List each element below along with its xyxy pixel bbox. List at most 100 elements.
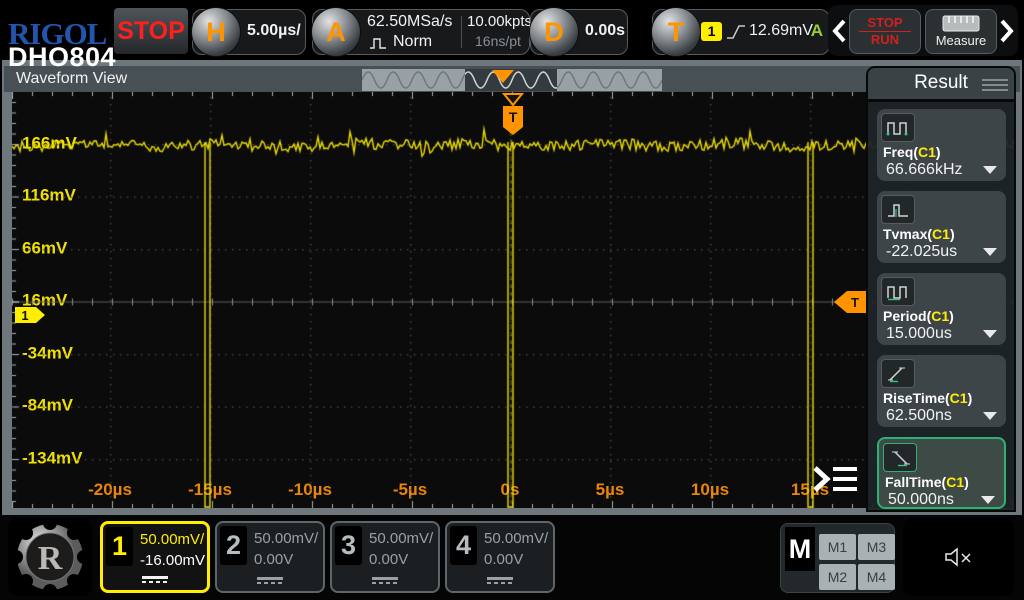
trigger-knob[interactable]: T (651, 7, 701, 57)
trigger-position-outline-icon[interactable] (502, 93, 524, 106)
acquire-knob[interactable]: A (311, 7, 361, 57)
falltime-icon (883, 443, 917, 472)
math-m1-button[interactable]: M1 (819, 534, 856, 560)
measurement-card-risetime[interactable]: RiseTime(C1) 62.500ns (877, 355, 1006, 427)
measurement-name: Freq( (883, 144, 918, 160)
sound-mute-button[interactable] (903, 518, 1014, 596)
result-panel-header[interactable]: Result (868, 68, 1014, 102)
math-m3-button[interactable]: M3 (858, 534, 895, 560)
trigger-level-value: 12.69mV (749, 22, 813, 40)
horizontal-knob[interactable]: H (191, 7, 241, 57)
channel-offset: 0.00V (369, 551, 408, 568)
run-stop-line1: STOP (867, 16, 902, 30)
channel1-level-marker[interactable]: 1 (14, 305, 47, 325)
trigger-settings-pill[interactable]: T 1 12.69mV A (652, 9, 830, 55)
delay-knob[interactable]: D (529, 7, 579, 57)
sample-resolution: 16ns/pt (475, 33, 521, 49)
channel-number: 4 (450, 526, 477, 565)
measurement-channel: C1 (950, 390, 968, 406)
channel-offset: -16.00mV (140, 552, 205, 569)
channel-scale: 50.00mV/ (140, 531, 204, 548)
channel-scale: 50.00mV/ (254, 530, 318, 547)
channel-scale: 50.00mV/ (484, 530, 548, 547)
measurement-channel: C1 (931, 308, 949, 324)
chevron-down-icon[interactable] (983, 330, 997, 338)
ruler-icon (942, 15, 980, 32)
measurement-channel: C1 (946, 474, 964, 490)
trigger-level-marker[interactable]: T (834, 290, 868, 314)
measurement-card-period[interactable]: Period(C1) 15.000us (877, 273, 1006, 345)
run-stop-button[interactable]: STOP RUN (849, 9, 921, 54)
math-m2-button[interactable]: M2 (819, 564, 856, 590)
gear-logo-icon: R (14, 521, 86, 593)
quick-menu-icon[interactable] (810, 464, 860, 496)
coupling-icon (372, 577, 398, 584)
run-stop-line2: RUN (871, 33, 899, 47)
measurement-value: 62.500ns (886, 407, 952, 425)
coupling-icon (142, 576, 168, 583)
trigger-position-flag[interactable]: T (502, 106, 524, 136)
measurement-name: RiseTime( (883, 390, 950, 406)
measure-label: Measure (936, 33, 987, 48)
coupling-icon (257, 577, 283, 584)
channel-scale: 50.00mV/ (369, 530, 433, 547)
pulse-mode-icon (369, 36, 389, 50)
svg-text:1: 1 (21, 308, 28, 323)
result-panel: Result Freq(C1) 66.666kHz Tvmax(C1) -22.… (866, 66, 1016, 512)
chevron-down-icon[interactable] (983, 412, 997, 420)
measurement-card-freq[interactable]: Freq(C1) 66.666kHz (877, 109, 1006, 181)
measurement-card-falltime[interactable]: FallTime(C1) 50.000ns (877, 437, 1006, 509)
timebase-value: 5.00µs/ (247, 22, 301, 40)
acquire-mode: Norm (393, 33, 432, 51)
measurement-name: FallTime( (885, 474, 946, 490)
channel-2-card[interactable]: 2 50.00mV/ 0.00V (215, 521, 325, 593)
channel-number: 1 (106, 527, 133, 566)
chevron-right-icon[interactable] (999, 18, 1015, 44)
channel-3-card[interactable]: 3 50.00mV/ 0.00V (330, 521, 440, 593)
strip-position-pointer-icon[interactable] (492, 70, 514, 83)
measurement-value: 50.000ns (888, 491, 954, 509)
freq-icon (881, 113, 915, 142)
chevron-down-icon[interactable] (983, 248, 997, 256)
top-bar: RIGOL STOP H 5.00µs/ A 62.50MSa/s Norm 1… (0, 0, 1024, 60)
rigol-gear-logo-button[interactable]: R (8, 518, 92, 596)
menu-icon[interactable] (982, 76, 1008, 94)
period-icon (881, 277, 915, 306)
channel-number: 3 (335, 526, 362, 565)
speaker-muted-icon (944, 546, 974, 568)
delay-settings-pill[interactable]: D 0.00s (530, 9, 628, 55)
waveform-view[interactable]: 166mV116mV66mV16mV-34mV-84mV-134mV -20µs… (12, 92, 1014, 508)
risetime-icon (881, 359, 915, 388)
channel-number: 2 (220, 526, 247, 565)
horizontal-settings-pill[interactable]: H 5.00µs/ (192, 9, 306, 55)
bottom-bar: R 1 50.00mV/ -16.00mV 2 50.00mV/ 0.00V 3… (0, 515, 1024, 600)
channel-1-card[interactable]: 1 50.00mV/ -16.00mV (100, 521, 210, 593)
svg-text:T: T (851, 295, 859, 310)
acquisition-status-button[interactable]: STOP (114, 8, 188, 54)
svg-text:R: R (38, 540, 63, 577)
measurement-card-tvmax[interactable]: Tvmax(C1) -22.025us (877, 191, 1006, 263)
math-group: M M1 M3 M2 M4 (780, 523, 895, 593)
measurement-name: Period( (883, 308, 931, 324)
measurement-channel: C1 (918, 144, 936, 160)
channel-offset: 0.00V (254, 551, 293, 568)
math-m4-button[interactable]: M4 (858, 564, 895, 590)
delay-value: 0.00s (585, 22, 625, 40)
chevron-down-icon[interactable] (983, 166, 997, 174)
divider (461, 16, 462, 48)
channel-4-card[interactable]: 4 50.00mV/ 0.00V (445, 521, 555, 593)
sample-rate: 62.50MSa/s (367, 13, 452, 31)
memory-depth: 10.00kpts (467, 13, 532, 30)
math-button[interactable]: M (785, 527, 815, 571)
measurement-value: -22.025us (886, 243, 957, 261)
trigger-source-badge: 1 (701, 22, 722, 41)
chevron-left-icon[interactable] (831, 18, 847, 44)
oscilloscope-screen: Waveform View DHO804 RIGOL STOP H 5.00µs… (0, 0, 1024, 600)
measurement-channel: C1 (932, 226, 950, 242)
measurement-name: Tvmax( (883, 226, 932, 242)
measure-button[interactable]: Measure (925, 9, 997, 54)
chevron-down-icon[interactable] (981, 496, 995, 504)
acquire-settings-pill[interactable]: A 62.50MSa/s Norm 10.00kpts 16ns/pt (312, 9, 530, 55)
model-label: DHO804 (8, 42, 116, 73)
svg-text:T: T (509, 109, 518, 125)
